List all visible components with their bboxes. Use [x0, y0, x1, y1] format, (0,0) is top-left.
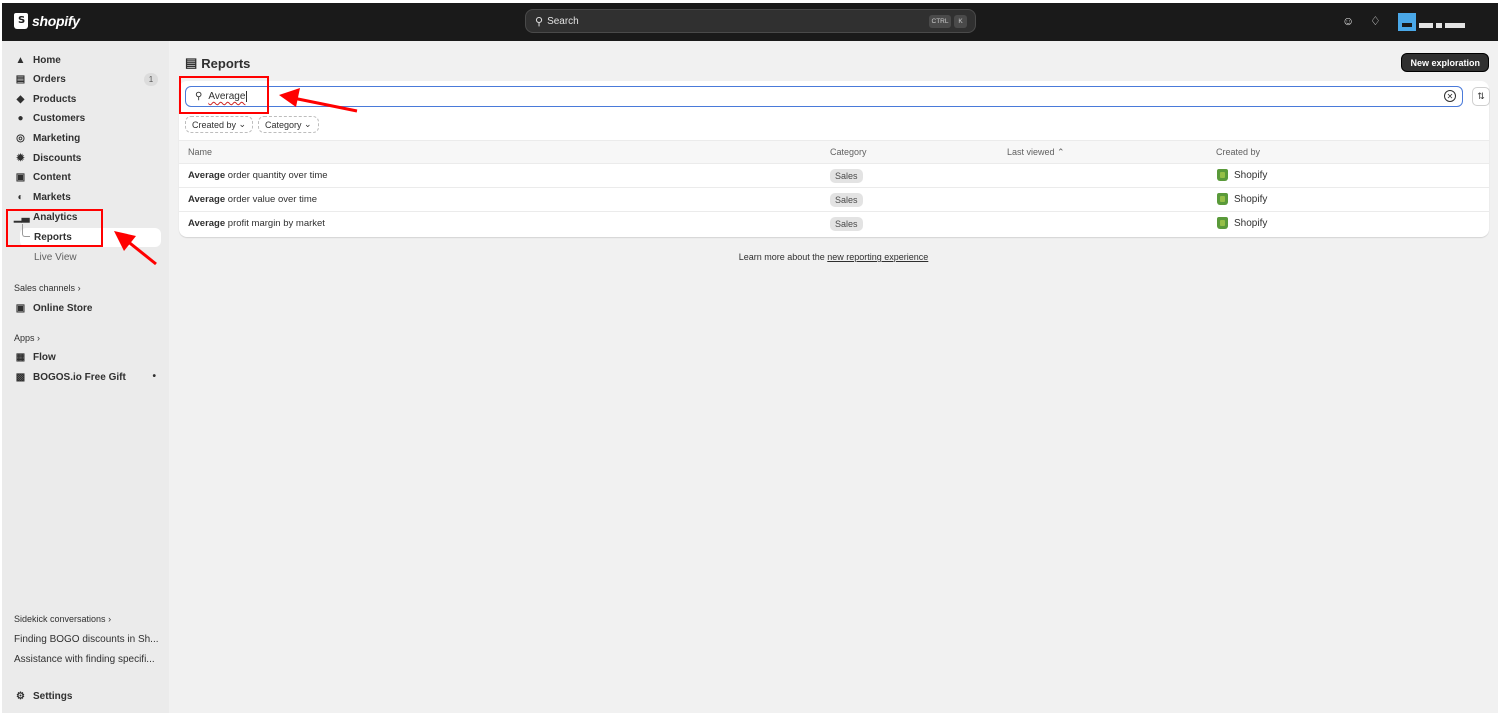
annotation-arrowhead	[279, 88, 300, 107]
annotation-arrow-line	[292, 96, 358, 113]
annotation-arrow-line	[125, 238, 157, 266]
annotation-arrowhead	[114, 231, 136, 251]
annotation-arrows	[114, 88, 358, 266]
